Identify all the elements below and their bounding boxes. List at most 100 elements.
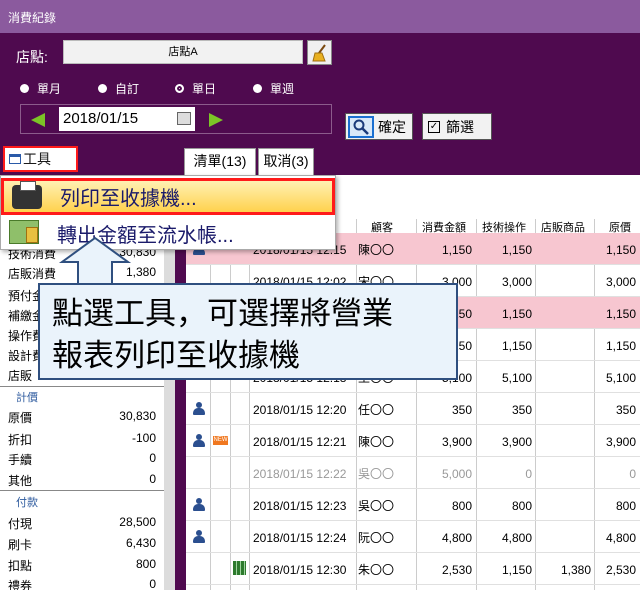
radio-month[interactable]: 單月 xyxy=(20,80,61,97)
magnifier-icon xyxy=(348,115,374,138)
tools-menu: 列印至收據機... 轉出金額至流水帳... xyxy=(0,175,336,250)
window-titlebar: 消費紀錄 xyxy=(0,0,640,33)
product-icon xyxy=(233,561,246,575)
cell-orig: 4,800 xyxy=(605,531,636,545)
cell-time: 2018/01/15 12:21 xyxy=(253,435,347,449)
confirm-button[interactable]: 確定 xyxy=(345,113,413,140)
cell-tech: 5,100 xyxy=(501,371,532,385)
store-field[interactable]: 店點A xyxy=(63,40,303,64)
cell-customer: 阮〇〇 xyxy=(358,531,395,545)
cell-customer: 陳〇〇 xyxy=(358,435,395,449)
next-date-icon[interactable] xyxy=(209,113,223,127)
summary-row: 刷卡 6,430 xyxy=(8,536,156,553)
callout-arrow-icon xyxy=(58,236,132,285)
cell-tech: 4,800 xyxy=(501,531,532,545)
tab-cancel[interactable]: 取消(3) xyxy=(258,148,314,175)
section-price: 計價 xyxy=(16,392,38,404)
summary-row: 手續 0 xyxy=(8,451,156,468)
callout-line-1: 點選工具，可選擇將營業 xyxy=(52,296,393,331)
cell-orig: 1,150 xyxy=(605,307,636,321)
summary-row: 禮券 0 xyxy=(8,577,156,590)
cell-tech: 1,150 xyxy=(501,307,532,321)
section-pay: 付款 xyxy=(16,497,38,509)
summary-label: 其他 xyxy=(8,474,33,488)
date-value: 2018/01/15 xyxy=(63,110,139,127)
summary-label: 付現 xyxy=(8,517,33,531)
summary-row: 原價 30,830 xyxy=(8,409,156,426)
cell-tech: 3,900 xyxy=(501,435,532,449)
member-icon xyxy=(193,498,205,512)
table-row[interactable]: 2018/01/15 12:21 陳〇〇 3,900 3,900 3,900 NEW xyxy=(186,425,640,457)
divider xyxy=(0,386,168,387)
tools-button[interactable]: 工具 xyxy=(3,146,78,172)
cell-customer: 吳〇〇 xyxy=(358,467,395,481)
cell-amount: 2,530 xyxy=(441,563,472,577)
radio-month-dot xyxy=(20,84,29,93)
member-icon xyxy=(193,434,205,448)
menu-item-print-receipt[interactable]: 列印至收據機... xyxy=(1,178,335,215)
radio-week-label: 單週 xyxy=(270,82,295,96)
radio-custom[interactable]: 自訂 xyxy=(98,80,139,97)
radio-day[interactable]: 單日 xyxy=(175,80,216,97)
cell-time: 2018/01/15 12:22 xyxy=(253,467,347,481)
cell-time: 2018/01/15 12:30 xyxy=(253,563,347,577)
summary-value: 6,430 xyxy=(125,536,156,550)
cell-amount: 800 xyxy=(451,499,472,513)
cell-amount: 4,800 xyxy=(441,531,472,545)
table-row[interactable]: 2018/01/15 12:20 任〇〇 350 350 350 xyxy=(186,393,640,425)
callout-text: 點選工具，可選擇將營業 報表列印至收據機 xyxy=(52,293,452,377)
summary-label: 手續 xyxy=(8,453,33,467)
radio-month-label: 單月 xyxy=(37,82,62,96)
table-row[interactable]: 2018/01/15 12:24 阮〇〇 4,800 4,800 4,800 xyxy=(186,521,640,553)
radio-week-dot xyxy=(253,84,262,93)
date-input[interactable]: 2018/01/15 xyxy=(59,107,195,131)
summary-value: 28,500 xyxy=(119,515,156,529)
cell-orig: 3,000 xyxy=(605,275,636,289)
summary-label: 刷卡 xyxy=(8,538,33,552)
cell-tech: 3,000 xyxy=(501,275,532,289)
table-row[interactable]: 2018/01/15 12:22 吳〇〇 5,000 0 0 xyxy=(186,457,640,489)
member-icon xyxy=(193,530,205,544)
summary-label: 扣點 xyxy=(8,559,33,573)
summary-value: 0 xyxy=(149,577,156,590)
cell-customer: 吳〇〇 xyxy=(358,499,395,513)
tools-label: 工具 xyxy=(23,151,51,167)
cell-orig: 0 xyxy=(629,467,636,481)
table-row[interactable]: 2018/01/15 12:23 吳〇〇 800 800 800 xyxy=(186,489,640,521)
checkbox-icon: ✓ xyxy=(428,120,440,133)
clear-store-button[interactable] xyxy=(307,40,332,65)
summary-label: 禮券 xyxy=(8,579,33,590)
cell-orig: 1,150 xyxy=(605,243,636,257)
summary-value: 0 xyxy=(149,451,156,465)
cell-amount: 5,000 xyxy=(441,467,472,481)
radio-week[interactable]: 單週 xyxy=(253,80,294,97)
prev-date-icon[interactable] xyxy=(31,113,45,127)
export-icon xyxy=(9,220,39,244)
summary-value: 0 xyxy=(149,472,156,486)
cell-tech: 1,150 xyxy=(501,563,532,577)
filter-panel: 店點: 店點A 單月 自訂 單日 單週 2018/01/15 確定 ✓ 篩選 工… xyxy=(0,33,640,175)
cell-orig: 2,530 xyxy=(605,563,636,577)
summary-row: 付現 28,500 xyxy=(8,515,156,532)
menu-item-export-ledger[interactable]: 轉出金額至流水帳... xyxy=(1,216,335,250)
calendar-icon[interactable] xyxy=(177,112,191,125)
cell-customer: 任〇〇 xyxy=(358,403,395,417)
divider xyxy=(0,490,168,491)
cell-tech: 1,150 xyxy=(501,339,532,353)
store-label: 店點: xyxy=(16,49,48,65)
new-badge-icon: NEW xyxy=(213,436,228,445)
filter-label: 篩選 xyxy=(446,118,474,135)
tab-list[interactable]: 清單(13) xyxy=(184,148,256,175)
confirm-label: 確定 xyxy=(378,118,406,135)
filter-button[interactable]: ✓ 篩選 xyxy=(422,113,492,140)
table-row[interactable]: 2018/01/15 12:30 朱〇〇 2,530 1,150 1,380 2,530 xyxy=(186,553,640,585)
cell-orig: 800 xyxy=(615,499,636,513)
cell-tech: 1,150 xyxy=(501,243,532,257)
radio-day-label: 單日 xyxy=(192,82,217,96)
cell-retail: 1,380 xyxy=(560,563,591,577)
summary-value: 800 xyxy=(135,557,156,571)
summary-value: 30,830 xyxy=(119,409,156,423)
broom-icon xyxy=(311,43,326,61)
summary-row: 其他 0 xyxy=(8,472,156,489)
summary-label: 店販 xyxy=(8,369,33,383)
